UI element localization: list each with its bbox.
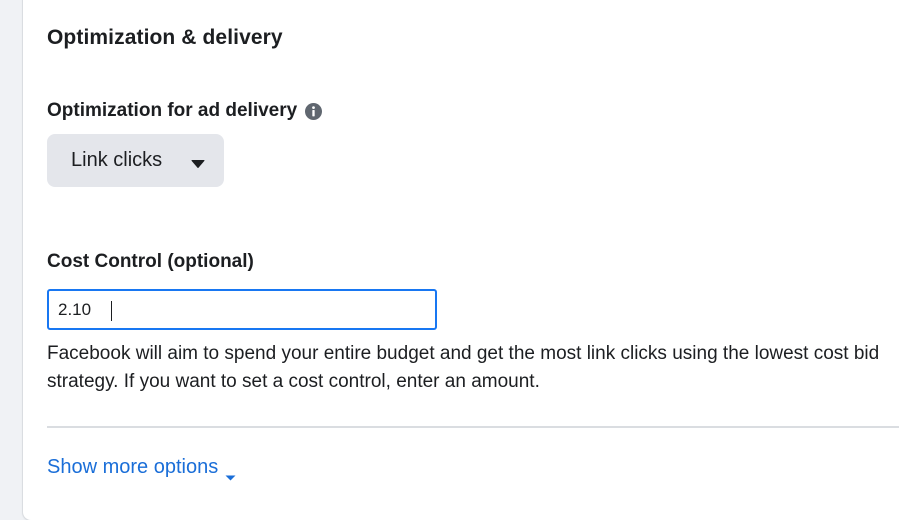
cost-control-help-text: Facebook will aim to spend your entire b… [47, 343, 880, 392]
optimization-dropdown-value: Link clicks [71, 149, 163, 171]
cost-control-field [47, 289, 437, 330]
divider [47, 426, 899, 428]
caret-down-icon [191, 156, 205, 168]
optimization-label-text: Optimization for ad delivery [47, 100, 298, 121]
optimization-label: Optimization for ad delivery [47, 100, 322, 122]
info-icon[interactable] [304, 102, 322, 120]
cost-control-input[interactable] [49, 291, 435, 328]
text-cursor [111, 301, 112, 321]
show-more-options-link[interactable]: Show more options [47, 456, 236, 481]
show-more-options-label: Show more options [47, 456, 219, 478]
section-title: Optimization & delivery [47, 26, 283, 49]
cost-control-label: Cost Control (optional) [47, 251, 254, 272]
chevron-down-icon [225, 465, 236, 481]
